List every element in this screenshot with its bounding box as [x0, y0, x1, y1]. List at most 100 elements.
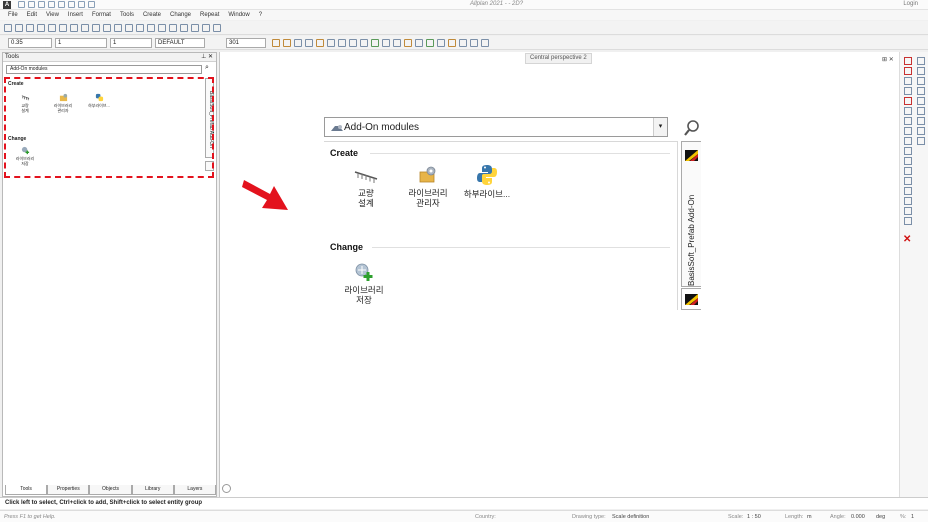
- properties-tool-icon[interactable]: [917, 137, 925, 145]
- paste-icon[interactable]: [70, 24, 78, 32]
- pattern-icon[interactable]: [338, 39, 346, 47]
- menu-tools[interactable]: Tools: [120, 12, 134, 18]
- view-icon[interactable]: [78, 1, 85, 8]
- hatch-icon[interactable]: [349, 39, 357, 47]
- measure-tool-icon[interactable]: [917, 87, 925, 95]
- rotate-icon[interactable]: [904, 97, 912, 105]
- cut-icon[interactable]: [48, 24, 56, 32]
- tab-properties[interactable]: Properties: [47, 485, 90, 495]
- menu-repeat[interactable]: Repeat: [200, 12, 219, 18]
- extend-icon[interactable]: [904, 147, 912, 155]
- percent-value[interactable]: 1: [911, 511, 914, 522]
- pen-thickness-select[interactable]: 0.35: [8, 38, 52, 48]
- layer-status-icon[interactable]: [371, 39, 379, 47]
- zoomed-module-select[interactable]: Add-On modules ▾: [324, 117, 668, 137]
- module-select[interactable]: Add-On modules: [6, 65, 202, 74]
- display-icon[interactable]: [415, 39, 423, 47]
- fillet-icon[interactable]: [904, 157, 912, 165]
- window-icon[interactable]: [158, 24, 166, 32]
- mirror-icon[interactable]: [904, 107, 912, 115]
- viewport-label[interactable]: Central perspective 2: [525, 53, 592, 64]
- save-icon[interactable]: [38, 1, 45, 8]
- move-icon[interactable]: [904, 77, 912, 85]
- zoomed-second-side-tab[interactable]: [681, 288, 701, 310]
- find-icon[interactable]: [213, 24, 221, 32]
- menu-create[interactable]: Create: [143, 12, 161, 18]
- tab-objects[interactable]: Objects: [89, 485, 132, 495]
- color-select[interactable]: 1: [110, 38, 152, 48]
- tab-tools[interactable]: Tools: [5, 485, 48, 495]
- text-style-icon[interactable]: [360, 39, 368, 47]
- allplan-logo-icon[interactable]: A: [3, 1, 11, 9]
- explode-icon[interactable]: [904, 197, 912, 205]
- new-file-icon[interactable]: [4, 24, 12, 32]
- filter-icon[interactable]: [917, 127, 925, 135]
- chevron-down-icon[interactable]: ▾: [653, 118, 667, 136]
- save-file-icon[interactable]: [26, 24, 34, 32]
- format-scale-select[interactable]: 301: [226, 38, 266, 48]
- track-icon[interactable]: [283, 39, 291, 47]
- zoom-icon[interactable]: [180, 24, 188, 32]
- edit-icon[interactable]: [904, 67, 912, 75]
- tab-library[interactable]: Library: [131, 485, 174, 495]
- chamfer-icon[interactable]: [904, 167, 912, 175]
- gear-icon[interactable]: [222, 484, 231, 493]
- object-info-icon[interactable]: [382, 39, 390, 47]
- line-type-select[interactable]: 1: [55, 38, 107, 48]
- snap-icon[interactable]: [272, 39, 280, 47]
- rectangle-icon[interactable]: [125, 24, 133, 32]
- print-preview-icon[interactable]: [37, 24, 45, 32]
- undo-toolbar-icon[interactable]: [92, 24, 100, 32]
- align-icon[interactable]: [917, 67, 925, 75]
- zoomed-library-manager-tool[interactable]: 라이브러리 관리자: [398, 165, 458, 208]
- format-paint-icon[interactable]: [459, 39, 467, 47]
- login-link[interactable]: Login: [903, 1, 918, 7]
- stretch-icon[interactable]: [904, 117, 912, 125]
- line-icon[interactable]: [114, 24, 122, 32]
- fill-icon[interactable]: [327, 39, 335, 47]
- attribute-icon[interactable]: [904, 217, 912, 225]
- redo-toolbar-icon[interactable]: [103, 24, 111, 32]
- refresh-icon[interactable]: [191, 24, 199, 32]
- open-file-icon[interactable]: [15, 24, 23, 32]
- layer-select[interactable]: DEFAULT: [155, 38, 205, 48]
- library-icon[interactable]: [437, 39, 445, 47]
- menu-insert[interactable]: Insert: [68, 12, 83, 18]
- color-icon[interactable]: [481, 39, 489, 47]
- tab-layers[interactable]: Layers: [173, 485, 217, 495]
- redo-icon[interactable]: [68, 1, 75, 8]
- copy-icon[interactable]: [59, 24, 67, 32]
- join-icon[interactable]: [904, 177, 912, 185]
- plot-icon[interactable]: [404, 39, 412, 47]
- open-icon[interactable]: [28, 1, 35, 8]
- menu-change[interactable]: Change: [170, 12, 191, 18]
- group-icon[interactable]: [904, 207, 912, 215]
- zoomed-bridge-design-tool[interactable]: 교량 설계: [336, 169, 396, 208]
- zoomed-prefab-addon-side-tab[interactable]: BasisSoft_Prefab Add-On: [681, 141, 701, 287]
- settings-icon[interactable]: [88, 1, 95, 8]
- menu-help[interactable]: ?: [259, 12, 262, 18]
- menu-edit[interactable]: Edit: [27, 12, 37, 18]
- snap-tool-icon[interactable]: [917, 57, 925, 65]
- measure-icon[interactable]: [393, 39, 401, 47]
- offset-icon[interactable]: [904, 127, 912, 135]
- layer-tool-icon[interactable]: [917, 117, 925, 125]
- undo-icon[interactable]: [58, 1, 65, 8]
- menu-window[interactable]: Window: [228, 12, 249, 18]
- viewport-close-icon[interactable]: ⊞ ✕: [882, 56, 894, 63]
- angle-icon[interactable]: [917, 97, 925, 105]
- search-icon[interactable]: ⌕: [205, 64, 209, 72]
- reference-icon[interactable]: [426, 39, 434, 47]
- cancel-icon[interactable]: ✕: [903, 234, 911, 245]
- viewport-icon[interactable]: [202, 24, 210, 32]
- trim-icon[interactable]: [904, 137, 912, 145]
- zoomed-sub-library-tool[interactable]: 하부라이브...: [457, 164, 517, 199]
- print-icon[interactable]: [48, 1, 55, 8]
- dimension-icon[interactable]: [147, 24, 155, 32]
- pencil-icon[interactable]: [904, 57, 912, 65]
- match-icon[interactable]: [470, 39, 478, 47]
- area-icon[interactable]: [917, 107, 925, 115]
- new-icon[interactable]: [18, 1, 25, 8]
- scale-value[interactable]: 1 : 50: [747, 511, 761, 522]
- pen-icon[interactable]: [316, 39, 324, 47]
